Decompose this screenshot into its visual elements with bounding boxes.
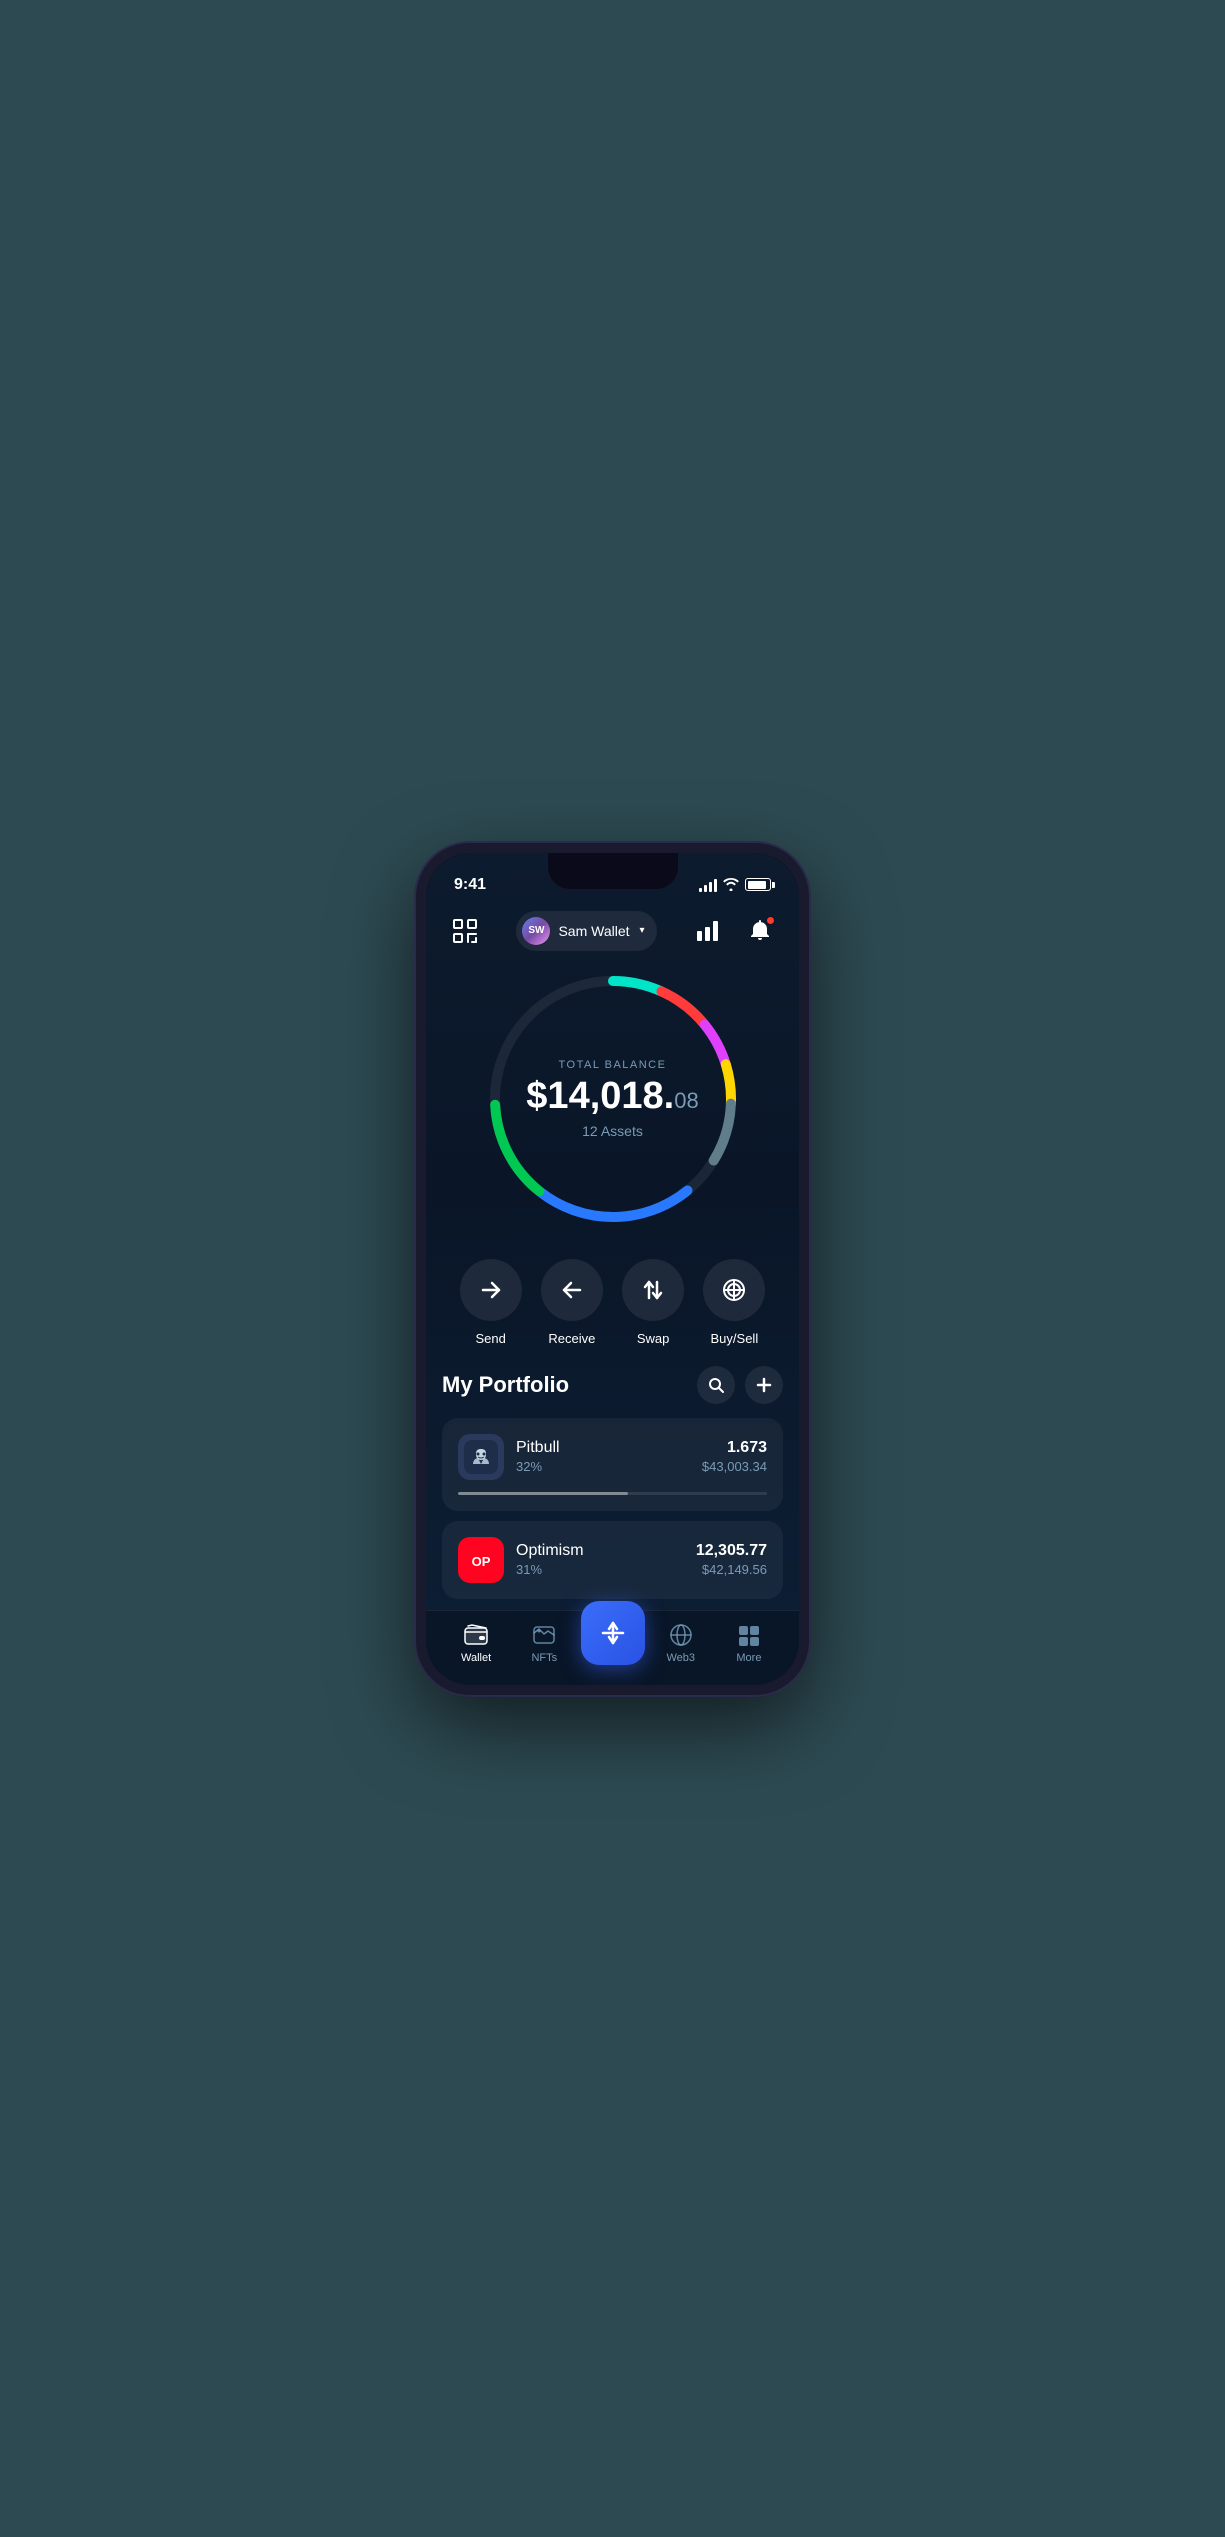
pitbull-progress-bar — [458, 1492, 767, 1495]
balance-info: TOTAL BALANCE $14,018.08 12 Assets — [526, 1059, 698, 1139]
portfolio-title: My Portfolio — [442, 1372, 569, 1398]
chart-icon[interactable] — [689, 912, 727, 950]
header-right — [689, 912, 779, 950]
battery-icon — [745, 878, 771, 891]
notification-badge — [766, 916, 775, 925]
user-selector[interactable]: SW Sam Wallet ▾ — [516, 911, 656, 951]
scan-icon[interactable] — [446, 912, 484, 950]
search-button[interactable] — [697, 1366, 735, 1404]
nav-web3[interactable]: Web3 — [647, 1622, 715, 1664]
wallet-nav-label: Wallet — [461, 1652, 491, 1664]
pitbull-name: Pitbull — [516, 1439, 560, 1457]
more-nav-label: More — [736, 1652, 761, 1664]
web3-nav-icon — [668, 1622, 694, 1648]
portfolio-actions — [697, 1366, 783, 1404]
optimism-amount: 12,305.77 — [696, 1542, 767, 1560]
bottom-nav: Wallet NFTs — [426, 1610, 799, 1685]
nfts-nav-label: NFTs — [531, 1652, 557, 1664]
signal-bars-icon — [699, 878, 717, 892]
portfolio-header: My Portfolio — [442, 1366, 783, 1404]
balance-assets: 12 Assets — [526, 1123, 698, 1139]
optimism-name: Optimism — [516, 1542, 584, 1560]
avatar: SW — [522, 917, 550, 945]
user-name: Sam Wallet — [558, 923, 629, 939]
status-bar: 9:41 — [426, 853, 799, 903]
nav-more[interactable]: More — [715, 1622, 783, 1664]
receive-button[interactable]: Receive — [541, 1259, 603, 1346]
bell-icon[interactable] — [741, 912, 779, 950]
pitbull-usd: $43,003.34 — [702, 1459, 767, 1474]
balance-amount: $14,018.08 — [526, 1077, 698, 1115]
phone-frame: 9:41 — [416, 843, 809, 1695]
header: SW Sam Wallet ▾ — [426, 903, 799, 959]
screen: 9:41 — [426, 853, 799, 1685]
pitbull-percent: 32% — [516, 1459, 560, 1474]
send-label: Send — [475, 1331, 505, 1346]
status-time: 9:41 — [454, 876, 486, 894]
optimism-icon: OP — [458, 1537, 504, 1583]
balance-section: TOTAL BALANCE $14,018.08 12 Assets — [426, 959, 799, 1249]
nav-wallet[interactable]: Wallet — [442, 1622, 510, 1664]
action-buttons: Send Receive — [426, 1249, 799, 1366]
pitbull-amount: 1.673 — [702, 1439, 767, 1457]
pitbull-icon — [458, 1434, 504, 1480]
optimism-percent: 31% — [516, 1562, 584, 1577]
swap-label: Swap — [637, 1331, 670, 1346]
swap-button[interactable]: Swap — [622, 1259, 684, 1346]
chevron-down-icon: ▾ — [640, 925, 645, 936]
send-button[interactable]: Send — [460, 1259, 522, 1346]
more-nav-icon — [736, 1622, 762, 1648]
buysell-label: Buy/Sell — [711, 1331, 759, 1346]
add-asset-button[interactable] — [745, 1366, 783, 1404]
buysell-button[interactable]: Buy/Sell — [703, 1259, 765, 1346]
nfts-nav-icon — [531, 1622, 557, 1648]
balance-circle: TOTAL BALANCE $14,018.08 12 Assets — [483, 969, 743, 1229]
receive-label: Receive — [548, 1331, 595, 1346]
web3-nav-label: Web3 — [666, 1652, 695, 1664]
nav-nfts[interactable]: NFTs — [510, 1622, 578, 1664]
wifi-icon — [723, 878, 739, 891]
svg-text:OP: OP — [472, 1554, 491, 1569]
optimism-usd: $42,149.56 — [696, 1562, 767, 1577]
status-icons — [699, 878, 771, 892]
center-action-button[interactable] — [581, 1601, 645, 1665]
portfolio-item-optimism[interactable]: OP Optimism 31% 12,305.77 $42,149.56 — [442, 1521, 783, 1599]
balance-label: TOTAL BALANCE — [526, 1059, 698, 1071]
portfolio-section: My Portfolio — [426, 1366, 799, 1610]
nav-center[interactable] — [578, 1621, 646, 1665]
wallet-nav-icon — [463, 1622, 489, 1648]
portfolio-item-pitbull[interactable]: Pitbull 32% 1.673 $43,003.34 — [442, 1418, 783, 1511]
